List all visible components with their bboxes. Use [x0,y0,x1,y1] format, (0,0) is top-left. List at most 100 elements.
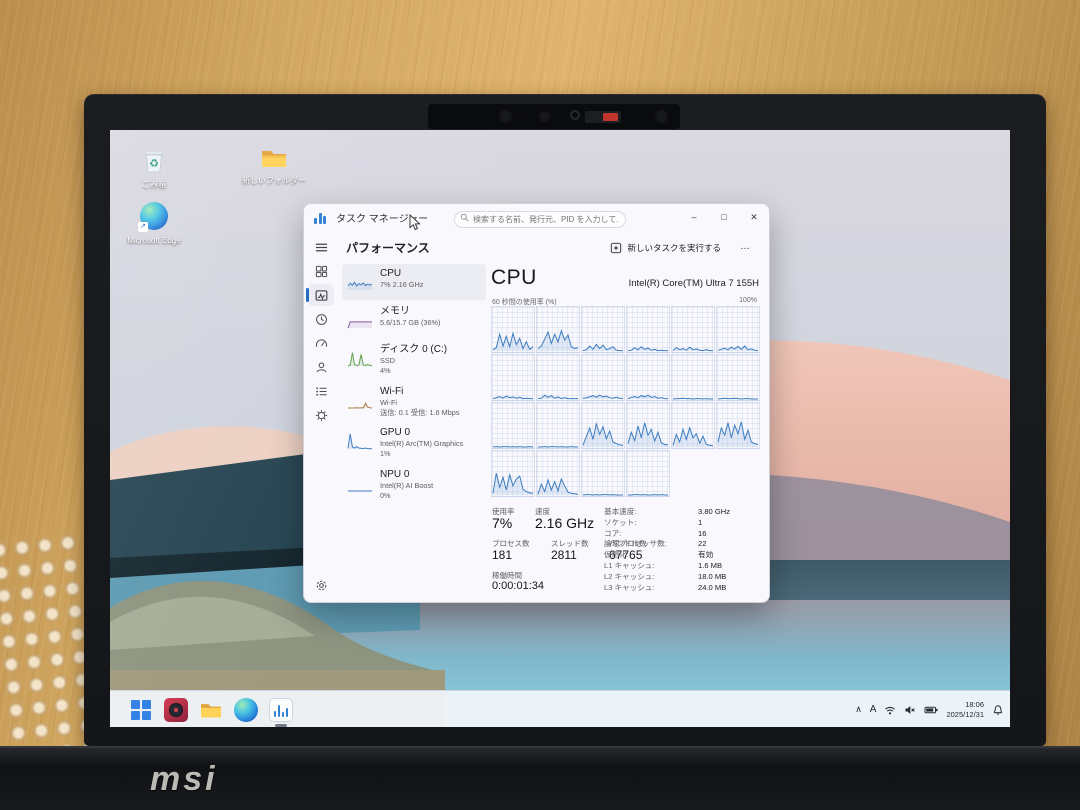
taskbar-edge[interactable] [233,697,259,723]
sidebar-item-wifi[interactable]: Wi-Fi Wi-Fi 送信: 0.1 受信: 1.6 Mbps [342,382,486,422]
edge-icon: ↗ [140,202,168,230]
sidebar-item-sub: Intel(R) Arc(TM) Graphics [380,439,463,449]
rail-item-details[interactable] [308,380,334,402]
sidebar-item-name: GPU 0 [380,427,463,439]
run-new-task-button[interactable]: 新しいタスクを実行する [604,237,727,259]
detail-row: ソケット:1 [604,518,762,529]
settings-gear-icon [315,579,328,592]
detail-label: L1 キャッシュ: [604,561,698,572]
sensor-dot-icon [521,114,525,118]
sidebar-item-name: CPU [380,268,423,280]
tray-chevron-icon[interactable]: ∧ [855,704,862,715]
laptop-brand-logo: msi [150,760,218,799]
ime-indicator[interactable]: A [870,704,877,715]
cpu-core-graph [491,354,535,401]
more-options-button[interactable]: … [735,237,755,259]
sidebar-item-sub: 5.6/15.7 GB (36%) [380,318,440,328]
desktop-icon-new-folder[interactable]: 新しいフォルダー [238,146,310,186]
start-button[interactable] [128,697,154,723]
rail-item-performance[interactable] [308,284,334,306]
detail-label: コア: [604,529,698,540]
new-task-icon [610,242,622,254]
wifi-icon[interactable] [884,704,896,716]
cpu-core-graph [626,450,670,497]
taskbar-app-red[interactable] [163,697,189,723]
gpu-sparkline [347,427,373,455]
cpu-core-graph [491,450,535,497]
notification-bell-icon[interactable] [992,704,1004,716]
sidebar-item-disk[interactable]: ディスク 0 (C:) SSD 4% [342,340,486,380]
search-input[interactable] [454,211,626,228]
mouse-cursor [409,214,422,231]
detail-row: 論理プロセッサ数:22 [604,539,762,550]
desktop-icon-recycle-bin[interactable]: ♻ ごみ箱 [118,146,190,190]
file-explorer-icon [199,700,223,720]
detail-row: 基本速度:3.80 GHz [604,507,762,518]
red-app-icon [164,698,188,722]
maximize-button[interactable]: □ [709,204,739,231]
photo-background: ♻ ごみ箱 新しいフォルダー ↗ Microsoft Edge [0,0,1080,810]
memory-sparkline [347,306,373,334]
detail-value: 1.6 MB [698,561,762,572]
sidebar-item-memory[interactable]: メモリ 5.6/15.7 GB (36%) [342,302,486,338]
desktop-icon-label: 新しいフォルダー [238,177,310,186]
disk-sparkline [347,344,373,372]
rail-item-processes[interactable] [308,260,334,282]
battery-icon[interactable] [924,704,938,716]
sidebar-item-gpu[interactable]: GPU 0 Intel(R) Arc(TM) Graphics 1% [342,423,486,463]
search-icon [460,213,469,222]
sidebar-item-name: ディスク 0 (C:) [380,344,447,356]
sidebar-item-sub: 0% [380,491,433,501]
minimize-button[interactable]: – [679,204,709,231]
shortcut-arrow-icon: ↗ [138,222,148,232]
sidebar-item-npu[interactable]: NPU 0 Intel(R) AI Boost 0% [342,465,486,505]
wifi-sparkline [347,386,373,414]
cpu-core-graph [716,354,760,401]
cpu-core-graph [581,450,625,497]
startup-gauge-icon [315,337,328,350]
taskbar-file-explorer[interactable] [198,697,224,723]
rail-item-settings[interactable] [308,574,334,596]
camera-ring-icon [570,110,580,120]
npu-sparkline [347,469,373,497]
detail-value: 3.80 GHz [698,507,762,518]
recycle-glyph: ♻ [149,158,159,170]
rail-item-services[interactable] [308,404,334,426]
speaker-muted-icon[interactable] [904,704,916,716]
history-clock-icon [315,313,328,326]
cpu-core-graph [581,306,625,353]
title-bar[interactable]: タスク マネージャー – □ ✕ [304,204,769,231]
edge-icon [234,698,258,722]
cpu-core-graph [536,306,580,353]
processes-icon [315,265,328,278]
rail-item-app-history[interactable] [308,308,334,330]
rail-item-startup-apps[interactable] [308,332,334,354]
cpu-core-graph [581,354,625,401]
cpu-core-graph [716,306,760,353]
clock[interactable]: 18:06 2025/12/31 [946,700,984,719]
detail-row: L3 キャッシュ:24.0 MB [604,583,762,594]
search-box [454,209,626,226]
sidebar-item-sub: Intel(R) AI Boost [380,481,433,491]
desktop-icon-microsoft-edge[interactable]: ↗ Microsoft Edge [118,202,190,246]
detail-value: 24.0 MB [698,583,762,594]
detail-value: 16 [698,529,762,540]
detail-value: 1 [698,518,762,529]
laptop-screen: ♻ ごみ箱 新しいフォルダー ↗ Microsoft Edge [110,130,1010,727]
hamburger-icon [315,241,328,254]
close-button[interactable]: ✕ [739,204,769,231]
detail-row: コア:16 [604,529,762,540]
page-title: パフォーマンス [346,239,430,256]
cpu-core-graph [536,354,580,401]
cpu-core-graph [626,354,670,401]
rail-item-users[interactable] [308,356,334,378]
detail-label: 仮想化: [604,550,698,561]
cpu-core-graph [626,402,670,449]
taskbar-task-manager[interactable] [268,697,294,723]
sidebar-item-cpu[interactable]: CPU 7% 2.16 GHz [342,264,486,300]
navigation-rail [304,234,338,603]
nav-menu-button[interactable] [308,236,334,258]
sidebar-item-name: メモリ [380,306,440,318]
time-text: 18:06 [946,700,984,709]
camera-lens-icon [538,110,551,123]
